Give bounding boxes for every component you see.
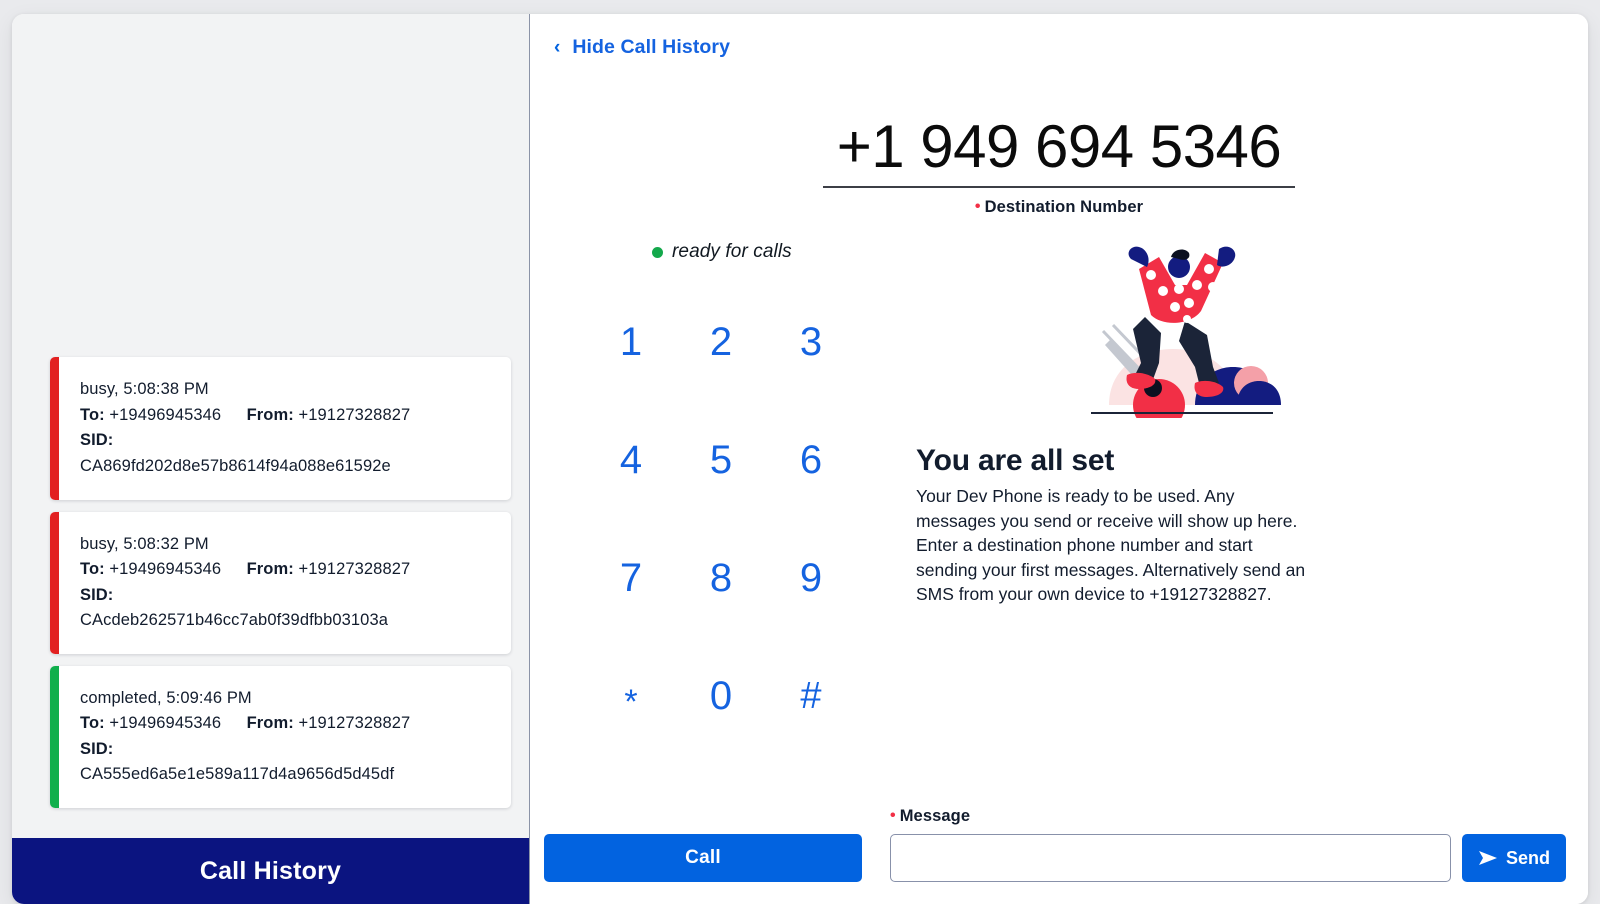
- hide-call-history-label: Hide Call History: [572, 36, 731, 58]
- onboarding-info-column: You are all set Your Dev Phone is ready …: [860, 217, 1588, 904]
- dial-key-9[interactable]: 9: [766, 519, 856, 637]
- action-bar: Call • Message Send: [530, 807, 1588, 904]
- message-label: • Message: [890, 807, 1451, 826]
- required-marker-icon: •: [974, 198, 981, 215]
- call-history-footer-button[interactable]: Call History: [12, 838, 529, 904]
- sid-label: SID:: [80, 431, 114, 450]
- destination-number-label: • Destination Number: [823, 198, 1295, 217]
- call-status-text: ready for calls: [672, 241, 792, 262]
- dial-key-star[interactable]: *: [586, 637, 676, 755]
- call-status-indicator: ready for calls: [586, 241, 860, 263]
- onboarding-title: You are all set: [916, 444, 1115, 477]
- from-label: From:: [246, 405, 294, 424]
- dial-key-7[interactable]: 7: [586, 519, 676, 637]
- message-field-group: • Message: [890, 807, 1451, 882]
- sid-value: CAcdeb262571b46cc7ab0f39dfbb03103a: [80, 611, 389, 630]
- call-status-time: busy, 5:08:38 PM: [80, 380, 209, 399]
- to-label: To:: [80, 714, 105, 733]
- message-input[interactable]: [890, 834, 1451, 882]
- celebration-illustration: [1091, 246, 1281, 418]
- dev-phone-panel: ‹ Hide Call History +1 949 694 5346 • Des…: [530, 14, 1588, 904]
- dial-key-hash[interactable]: #: [766, 637, 856, 755]
- dial-key-6[interactable]: 6: [766, 401, 856, 519]
- sid-value: CA555ed6a5e1e589a117d4a9656d5d45df: [80, 765, 395, 784]
- sid-label: SID:: [80, 739, 114, 758]
- call-history-footer-label: Call History: [199, 856, 342, 885]
- call-button[interactable]: Call: [544, 834, 862, 882]
- dial-key-0[interactable]: 0: [676, 637, 766, 755]
- from-label: From:: [246, 714, 294, 733]
- to-label: To:: [80, 560, 105, 579]
- send-button[interactable]: Send: [1462, 834, 1566, 882]
- to-value: +19496945346: [109, 560, 222, 579]
- dial-key-2[interactable]: 2: [676, 283, 766, 401]
- call-history-list: busy, 5:08:38 PM To: +19496945346 From: …: [12, 357, 529, 816]
- call-history-item[interactable]: busy, 5:08:38 PM To: +19496945346 From: …: [50, 357, 511, 500]
- from-label: From:: [246, 560, 294, 579]
- from-value: +19127328827: [298, 714, 411, 733]
- to-value: +19496945346: [109, 714, 222, 733]
- dial-key-5[interactable]: 5: [676, 401, 766, 519]
- call-history-item[interactable]: busy, 5:08:32 PM To: +19496945346 From: …: [50, 511, 511, 654]
- send-paper-plane-icon: [1478, 851, 1497, 865]
- dialpad: 1 2 3 4 5 6 7 8 9 * 0 #: [586, 283, 856, 755]
- status-accent-bar: [50, 511, 59, 654]
- dial-key-1[interactable]: 1: [586, 283, 676, 401]
- call-parties: To: +19496945346 From: +19127328827: [80, 557, 489, 583]
- status-accent-bar: [50, 665, 59, 808]
- dial-key-4[interactable]: 4: [586, 401, 676, 519]
- required-marker-icon: •: [890, 807, 896, 824]
- from-value: +19127328827: [298, 405, 411, 424]
- status-dot-icon: [652, 246, 663, 258]
- call-parties: To: +19496945346 From: +19127328827: [80, 711, 489, 737]
- send-button-label: Send: [1505, 847, 1550, 868]
- status-accent-bar: [50, 357, 59, 500]
- call-status-time: completed, 5:09:46 PM: [80, 688, 252, 707]
- from-value: +19127328827: [298, 560, 411, 579]
- hide-call-history-button[interactable]: ‹ Hide Call History: [530, 14, 730, 59]
- call-history-panel: busy, 5:08:38 PM To: +19496945346 From: …: [12, 14, 530, 904]
- call-history-item[interactable]: completed, 5:09:46 PM To: +19496945346 F…: [50, 665, 511, 808]
- dial-key-3[interactable]: 3: [766, 283, 856, 401]
- sid-label: SID:: [80, 585, 114, 604]
- to-label: To:: [80, 405, 105, 424]
- destination-number-field[interactable]: +1 949 694 5346 • Destination Number: [823, 115, 1295, 217]
- destination-number-label-text: Destination Number: [984, 198, 1144, 216]
- destination-number-underline: [823, 186, 1295, 188]
- call-parties: To: +19496945346 From: +19127328827: [80, 403, 489, 429]
- dev-phone-window: busy, 5:08:38 PM To: +19496945346 From: …: [12, 14, 1588, 904]
- message-label-text: Message: [899, 807, 971, 825]
- dev-phone-body: ready for calls 1 2 3 4 5 6 7 8 9 * 0 #: [530, 217, 1588, 904]
- dialpad-column: ready for calls 1 2 3 4 5 6 7 8 9 * 0 #: [530, 217, 860, 904]
- call-status-time: busy, 5:08:32 PM: [80, 534, 209, 553]
- destination-number-value[interactable]: +1 949 694 5346: [823, 115, 1295, 186]
- sid-value: CA869fd202d8e57b8614f94a088e61592e: [80, 456, 391, 475]
- chevron-left-icon: ‹: [554, 36, 561, 58]
- dial-key-8[interactable]: 8: [676, 519, 766, 637]
- to-value: +19496945346: [109, 405, 222, 424]
- onboarding-body: Your Dev Phone is ready to be used. Any …: [916, 486, 1306, 604]
